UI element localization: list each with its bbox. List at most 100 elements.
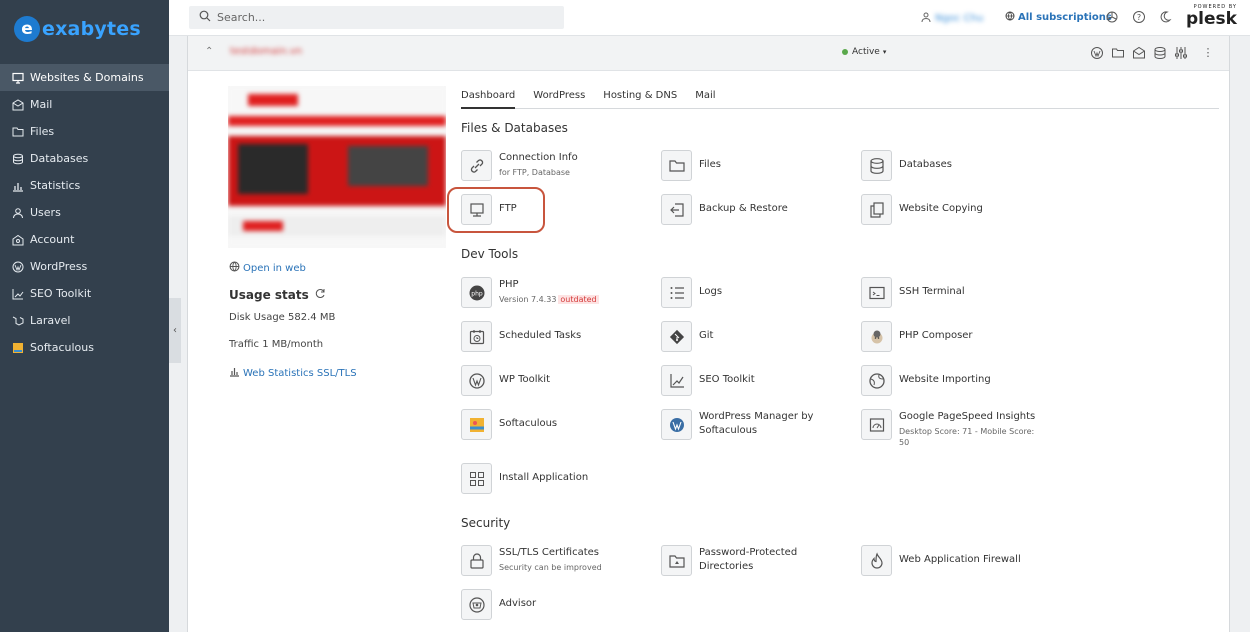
sidebar-item-softaculous[interactable]: Softaculous (0, 334, 169, 361)
chevron-up-icon[interactable]: ⌃ (205, 46, 213, 57)
domain-tabs: Dashboard WordPress Hosting & DNS Mail (461, 90, 1219, 109)
dark-mode-icon[interactable] (1158, 10, 1172, 24)
tool-sub: for FTP, Database (499, 168, 570, 177)
sidebar-item-users[interactable]: Users (0, 199, 169, 226)
sidebar-item-laravel[interactable]: Laravel (0, 307, 169, 334)
tool-name: WordPress Manager by (699, 411, 814, 422)
sidebar-item-websites-domains[interactable]: Websites & Domains (0, 64, 169, 91)
database-icon (12, 153, 24, 165)
domain-name[interactable]: testdomain.vn (230, 46, 302, 57)
logo-badge: e (14, 16, 40, 42)
globe-icon (229, 261, 240, 275)
tab-mail[interactable]: Mail (695, 90, 715, 109)
user-name: Ngoc Chu (935, 13, 984, 24)
terminal-icon (861, 277, 892, 308)
usage-stats-label: Usage stats (229, 288, 309, 302)
folder-icon (12, 126, 24, 138)
tool-name: Google PageSpeed Insights (899, 411, 1036, 422)
tab-wordpress[interactable]: WordPress (533, 90, 585, 109)
all-subscriptions-link[interactable]: All subscriptions (1005, 11, 1112, 24)
pagespeed-icon (861, 409, 892, 440)
open-in-web-link[interactable]: Open in web (229, 261, 306, 275)
tool-name: Softaculous (499, 418, 558, 429)
help-icon[interactable]: ? (1132, 10, 1146, 24)
sidebar-collapse-handle[interactable]: ‹ (169, 298, 181, 363)
tool-seo-toolkit[interactable]: SEO Toolkit (661, 365, 851, 396)
tool-web-application-firewall[interactable]: Web Application Firewall (861, 545, 1051, 576)
tool-wp-toolkit[interactable]: WP Toolkit (461, 365, 651, 396)
composer-icon (861, 321, 892, 352)
sidebar-item-label: Users (30, 206, 61, 219)
tool-files[interactable]: Files (661, 150, 851, 181)
tool-name: Web Application Firewall (899, 554, 1021, 565)
tool-name: Git (699, 330, 714, 341)
refresh-icon[interactable] (315, 288, 326, 302)
sidebar-item-label: Databases (30, 152, 89, 165)
logo-text: exabytes (42, 18, 141, 40)
tool-name: Password-Protected (699, 547, 798, 558)
sidebar-item-databases[interactable]: Databases (0, 145, 169, 172)
tool-wordpress-manager[interactable]: WordPress Manager by Softaculous (661, 409, 851, 440)
tool-install-application[interactable]: Install Application (461, 463, 651, 494)
extensions-icon[interactable] (1105, 10, 1119, 24)
database-icon[interactable] (1153, 46, 1167, 60)
status-label: Active (852, 47, 880, 57)
wordpress-icon (461, 365, 492, 396)
php-icon: php (461, 277, 492, 308)
brand-logo[interactable]: e exabytes (14, 16, 141, 42)
tool-name: Scheduled Tasks (499, 330, 582, 341)
tool-sub: Desktop Score: 71 - Mobile Score: (899, 427, 1035, 436)
tool-name: SSH Terminal (899, 286, 965, 297)
sidebar-item-account[interactable]: Account (0, 226, 169, 253)
locked-folder-icon (661, 545, 692, 576)
tab-hosting-dns[interactable]: Hosting & DNS (603, 90, 677, 109)
folder-icon[interactable] (1111, 46, 1125, 60)
tool-php[interactable]: php PHP Version 7.4.33 outdated (461, 277, 651, 308)
bar-chart-icon (229, 366, 240, 380)
search-input[interactable] (217, 11, 537, 24)
tool-git[interactable]: Git (661, 321, 851, 352)
tool-logs[interactable]: Logs (661, 277, 851, 308)
tool-scheduled-tasks[interactable]: Scheduled Tasks (461, 321, 651, 352)
tool-name: Databases (899, 159, 952, 170)
sidebar-item-files[interactable]: Files (0, 118, 169, 145)
tool-databases[interactable]: Databases (861, 150, 1051, 181)
tool-php-composer[interactable]: PHP Composer (861, 321, 1051, 352)
wordpress-icon[interactable] (1090, 46, 1104, 60)
tool-name: PHP (499, 279, 519, 290)
sidebar-item-wordpress[interactable]: WordPress (0, 253, 169, 280)
tab-dashboard[interactable]: Dashboard (461, 90, 516, 109)
status-dropdown[interactable]: Active ▾ (842, 47, 886, 57)
tool-password-protected-dirs[interactable]: Password-Protected Directories (661, 545, 851, 576)
tool-softaculous[interactable]: Softaculous (461, 409, 651, 440)
section-title-files-databases: Files & Databases (461, 121, 568, 135)
mail-icon[interactable] (1132, 46, 1146, 60)
tool-ssl-certificates[interactable]: SSL/TLS Certificates Security can be impr… (461, 545, 651, 576)
disk-usage: Disk Usage 582.4 MB (229, 312, 335, 323)
tool-advisor[interactable]: Advisor (461, 589, 651, 620)
tool-ssh-terminal[interactable]: SSH Terminal (861, 277, 1051, 308)
bar-chart-icon (12, 180, 24, 192)
plesk-logo: POWERED BY plesk (1186, 4, 1237, 28)
sidebar-item-statistics[interactable]: Statistics (0, 172, 169, 199)
sidebar-item-mail[interactable]: Mail (0, 91, 169, 118)
web-statistics-link[interactable]: Web Statistics SSL/TLS (229, 366, 357, 380)
tool-website-importing[interactable]: Website Importing (861, 365, 1051, 396)
tool-name: Website Importing (899, 374, 991, 385)
tool-pagespeed[interactable]: Google PageSpeed Insights Desktop Score: … (861, 409, 1051, 448)
tool-connection-info[interactable]: Connection Info for FTP, Database (461, 150, 651, 181)
sidebar-item-seo-toolkit[interactable]: SEO Toolkit (0, 280, 169, 307)
tool-backup-restore[interactable]: Backup & Restore (661, 194, 851, 225)
all-subscriptions-label: All subscriptions (1018, 12, 1112, 23)
user-menu[interactable]: Ngoc Chu (921, 12, 983, 25)
tool-name: Website Copying (899, 203, 983, 214)
tool-name: SEO Toolkit (699, 374, 755, 385)
sidebar-nav: Websites & Domains Mail Files Databases … (0, 64, 169, 361)
settings-sliders-icon[interactable] (1174, 46, 1188, 60)
website-preview[interactable] (228, 86, 446, 248)
search-icon (199, 10, 211, 25)
globe-icon (1005, 11, 1015, 24)
tool-website-copying[interactable]: Website Copying (861, 194, 1051, 225)
more-vertical-icon[interactable]: ⋮ (1201, 46, 1215, 60)
sidebar-item-label: Account (30, 233, 75, 246)
